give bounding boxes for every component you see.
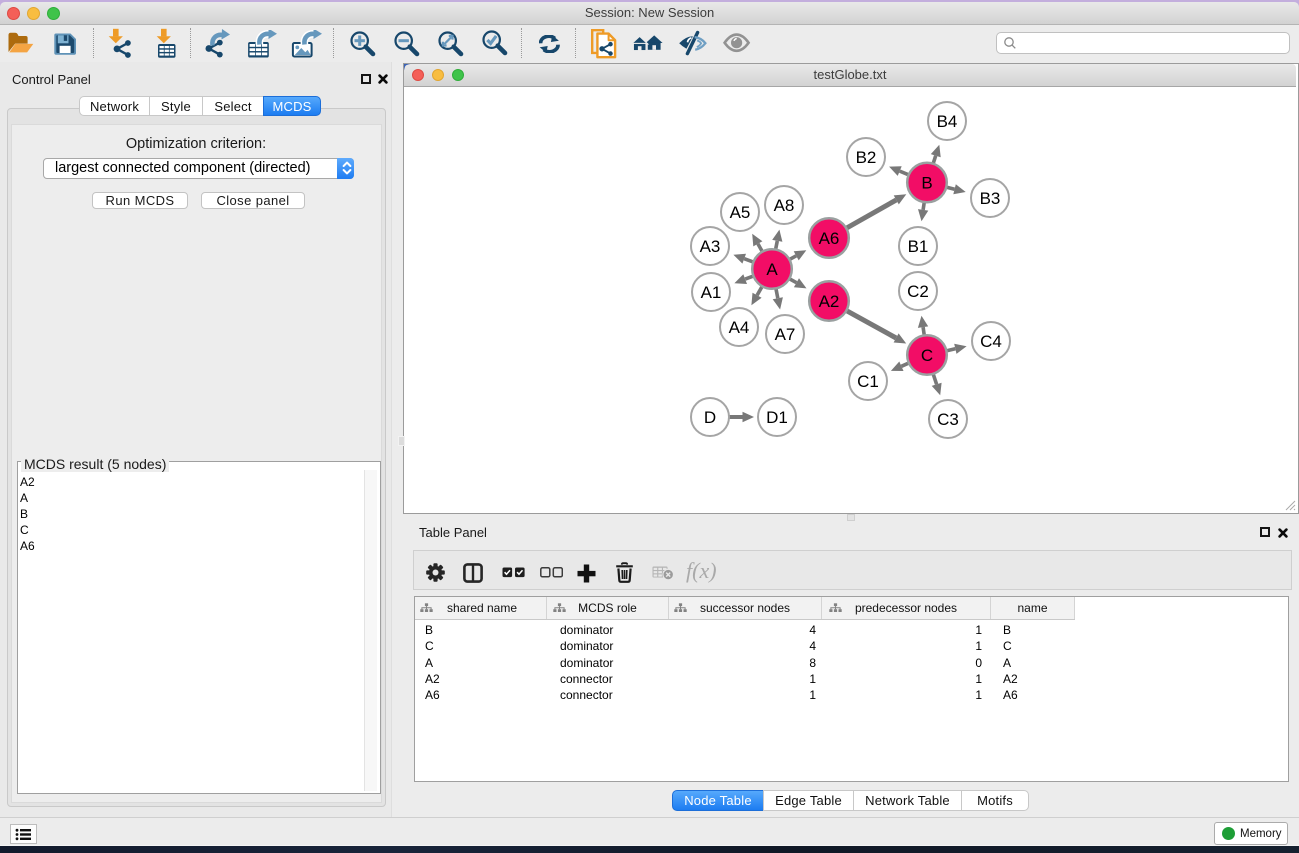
svg-text:C3: C3 <box>937 410 959 429</box>
svg-text:B2: B2 <box>856 148 877 167</box>
svg-text:C: C <box>921 346 933 365</box>
svg-text:A: A <box>766 260 778 279</box>
svg-text:A6: A6 <box>819 229 840 248</box>
svg-text:C1: C1 <box>857 372 879 391</box>
svg-text:A4: A4 <box>729 318 750 337</box>
svg-text:A7: A7 <box>775 325 796 344</box>
svg-text:B3: B3 <box>980 189 1001 208</box>
svg-text:B: B <box>921 174 932 193</box>
svg-text:A1: A1 <box>701 283 722 302</box>
svg-text:A2: A2 <box>819 292 840 311</box>
svg-text:C4: C4 <box>980 332 1002 351</box>
svg-text:B4: B4 <box>937 112 958 131</box>
svg-text:C2: C2 <box>907 282 929 301</box>
svg-text:D1: D1 <box>766 408 788 427</box>
svg-text:B1: B1 <box>908 237 929 256</box>
svg-text:A5: A5 <box>730 203 751 222</box>
svg-text:D: D <box>704 408 716 427</box>
svg-text:A8: A8 <box>774 196 795 215</box>
svg-text:A3: A3 <box>700 237 721 256</box>
